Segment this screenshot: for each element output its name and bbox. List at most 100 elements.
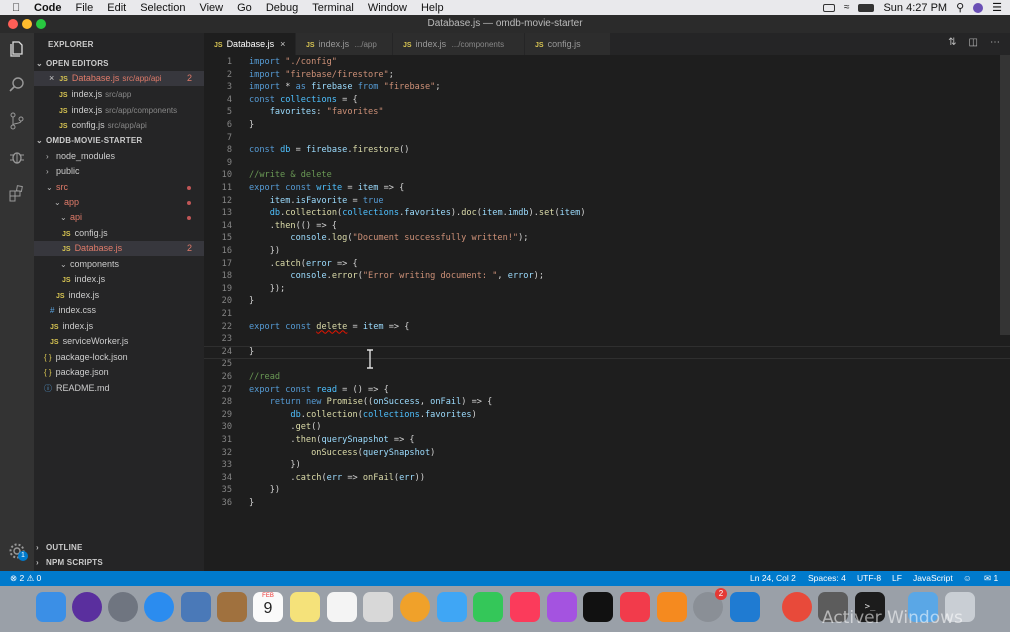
code-line[interactable]: return new Promise((onSuccess, onFail) =… <box>249 397 493 407</box>
screen-mirror-icon[interactable] <box>822 3 835 12</box>
tree-item-file[interactable]: ⓘ README.md <box>34 381 204 396</box>
news-icon[interactable] <box>620 592 650 622</box>
encoding[interactable]: UTF-8 <box>857 571 881 586</box>
maps-icon[interactable] <box>363 592 393 622</box>
menu-extras-icon[interactable]: ☰ <box>992 1 1002 14</box>
tree-item-folder[interactable]: ⌄ components <box>34 257 204 272</box>
tree-item-folder[interactable]: › public <box>34 164 204 179</box>
close-icon[interactable]: × <box>49 73 54 83</box>
launchpad-icon[interactable] <box>108 592 138 622</box>
spotlight-icon[interactable]: ⚲ <box>956 1 964 14</box>
code-line[interactable]: onSuccess(querySnapshot) <box>249 448 435 458</box>
code-line[interactable]: const collections = { <box>249 95 358 105</box>
code-line[interactable]: .then(querySnapshot => { <box>249 435 414 445</box>
apple-tv-icon[interactable] <box>583 592 613 622</box>
compare-icon[interactable]: ⇅ <box>948 37 956 48</box>
tree-item-file[interactable]: JS index.js <box>34 319 204 334</box>
code-line[interactable]: const db = firebase.firestore() <box>249 145 409 155</box>
manage-gear-icon[interactable]: 1 <box>7 541 28 561</box>
photo-app-icon[interactable] <box>181 592 211 622</box>
open-editors-header[interactable]: ⌄ OPEN EDITORS <box>34 56 204 71</box>
tree-item-file[interactable]: JS serviceWorker.js <box>34 334 204 349</box>
menu-view[interactable]: View <box>199 2 223 14</box>
cursor-position[interactable]: Ln 24, Col 2 <box>750 571 796 586</box>
chrome-icon[interactable] <box>782 592 812 622</box>
tree-item-folder[interactable]: › node_modules <box>34 149 204 164</box>
tree-item-folder[interactable]: ⌄ app <box>34 195 204 210</box>
code-line[interactable]: .catch(err => onFail(err)) <box>249 473 425 483</box>
menu-go[interactable]: Go <box>237 2 252 14</box>
code-line[interactable]: export const delete = item => { <box>249 322 409 332</box>
feedback-icon[interactable]: ☺ <box>963 571 972 586</box>
code-line[interactable]: }) <box>249 460 300 470</box>
code-line[interactable]: import * as firebase from "firebase"; <box>249 82 441 92</box>
clock[interactable]: Sun 4:27 PM <box>883 2 947 14</box>
line-ending[interactable]: LF <box>892 571 902 586</box>
safari-icon[interactable] <box>144 592 174 622</box>
reminders-icon[interactable] <box>327 592 357 622</box>
vscode-icon[interactable] <box>730 592 760 622</box>
code-line[interactable]: import "./config" <box>249 57 337 67</box>
code-editor[interactable]: 1 import "./config" 2 import "firebase/fire… <box>204 55 1010 571</box>
code-line[interactable]: //write & delete <box>249 170 332 180</box>
zoom-window-button[interactable] <box>36 19 46 29</box>
notes-icon[interactable] <box>290 592 320 622</box>
extensions-icon[interactable] <box>7 183 27 203</box>
podcasts-icon[interactable] <box>547 592 577 622</box>
split-editor-icon[interactable]: ◫ <box>969 37 978 48</box>
tab-index-js[interactable]: JS index.js .../app <box>296 33 392 55</box>
debug-icon[interactable] <box>7 147 27 167</box>
tab-database-js[interactable]: JS Database.js × <box>204 33 295 55</box>
menu-file[interactable]: File <box>76 2 94 14</box>
search-icon[interactable] <box>7 75 27 95</box>
tree-item-folder[interactable]: ⌄ src <box>34 180 204 195</box>
code-line[interactable]: } <box>249 296 254 306</box>
outline-header[interactable]: › OUTLINE <box>34 540 204 555</box>
tab-config-js[interactable]: JS config.js <box>525 33 610 55</box>
npm-scripts-header[interactable]: › NPM SCRIPTS <box>34 555 204 570</box>
siri-icon[interactable] <box>72 592 102 622</box>
code-line[interactable]: db.collection(collections.favorites).doc… <box>249 208 586 218</box>
explorer-icon[interactable] <box>7 39 27 59</box>
code-line[interactable]: .get() <box>249 422 321 432</box>
code-line[interactable]: .then(() => { <box>249 221 337 231</box>
code-line[interactable]: console.error("Error writing document: "… <box>249 271 544 281</box>
menu-window[interactable]: Window <box>368 2 407 14</box>
close-window-button[interactable] <box>8 19 18 29</box>
code-line[interactable]: }); <box>249 284 286 294</box>
open-editor-item[interactable]: JS index.js src/app/components <box>34 103 204 118</box>
code-line[interactable]: export const write = item => { <box>249 183 404 193</box>
code-line[interactable]: item.isFavorite = true <box>249 196 384 206</box>
wifi-icon[interactable]: ≈ <box>844 2 850 13</box>
code-line[interactable]: .catch(error => { <box>249 259 358 269</box>
code-line[interactable]: }) <box>249 485 280 495</box>
user-avatar-icon[interactable] <box>973 2 984 13</box>
menu-app[interactable]: Code <box>34 2 62 14</box>
tree-item-file[interactable]: # index.css <box>34 303 204 318</box>
code-line[interactable]: } <box>249 347 254 357</box>
code-line[interactable]: //read <box>249 372 280 382</box>
indentation[interactable]: Spaces: 4 <box>808 571 846 586</box>
books-icon[interactable] <box>657 592 687 622</box>
tab-index-js-components[interactable]: JS index.js .../components <box>393 33 524 55</box>
tree-item-file[interactable]: JS config.js <box>34 226 204 241</box>
code-line[interactable]: } <box>249 498 254 508</box>
menu-terminal[interactable]: Terminal <box>312 2 354 14</box>
code-line[interactable]: export const read = () => { <box>249 385 389 395</box>
music-icon[interactable] <box>510 592 540 622</box>
battery-icon[interactable] <box>858 3 875 12</box>
more-actions-icon[interactable]: ⋯ <box>990 37 1000 48</box>
language-mode[interactable]: JavaScript <box>913 571 953 586</box>
open-editor-item[interactable]: JS index.js src/app <box>34 87 204 102</box>
problems-indicator[interactable]: ⊗ 2 ⚠ 0 <box>10 571 41 586</box>
project-header[interactable]: ⌄ OMDB-MOVIE-STARTER <box>34 133 204 148</box>
calendar-icon[interactable]: FEB 9 <box>253 592 283 622</box>
code-line[interactable]: db.collection(collections.favorites) <box>249 410 476 420</box>
notifications-icon[interactable]: ✉ 1 <box>984 571 998 586</box>
code-line[interactable]: console.log("Document successfully writt… <box>249 233 528 243</box>
tree-item-file[interactable]: JS index.js <box>34 288 204 303</box>
notebook-icon[interactable] <box>217 592 247 622</box>
menu-selection[interactable]: Selection <box>140 2 185 14</box>
minimize-window-button[interactable] <box>22 19 32 29</box>
tree-item-file[interactable]: { } package.json <box>34 365 204 380</box>
